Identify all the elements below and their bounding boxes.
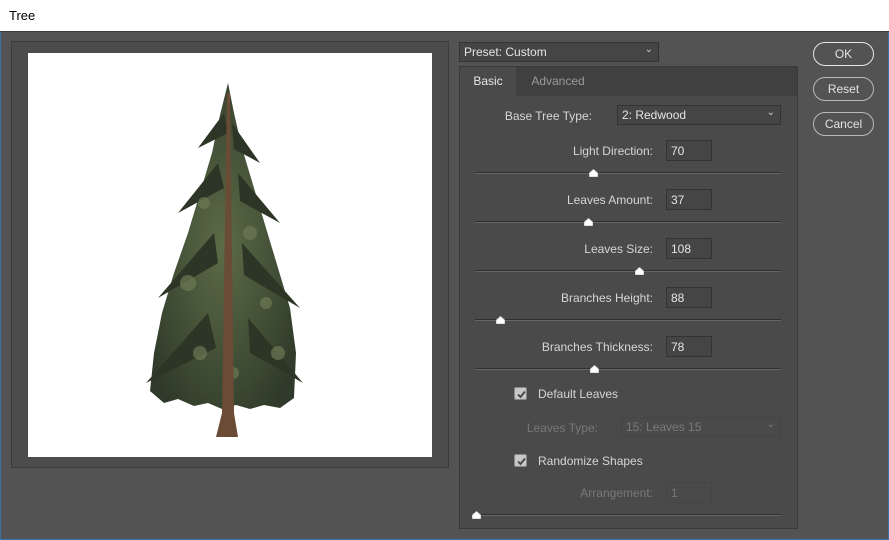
leaves-size-label: Leaves Size: (584, 242, 653, 256)
tab-bar: Basic Advanced (460, 67, 797, 96)
leaves-type-dropdown[interactable]: 15: Leaves 15 ⌄ (621, 417, 781, 437)
tab-basic[interactable]: Basic (460, 67, 516, 96)
randomize-shapes-label: Randomize Shapes (538, 454, 643, 468)
light-direction-slider[interactable] (475, 172, 781, 174)
leaves-amount-input[interactable]: 37 (666, 189, 712, 210)
tab-advanced[interactable]: Advanced (516, 67, 600, 96)
base-tree-type-label: Base Tree Type: (504, 109, 592, 123)
tree-preview-image (28, 53, 432, 457)
default-leaves-label: Default Leaves (538, 387, 619, 401)
default-leaves-checkbox[interactable] (514, 387, 527, 400)
light-direction-input[interactable]: 70 (666, 140, 712, 161)
light-direction-slider-thumb[interactable] (589, 169, 598, 177)
leaves-amount-slider[interactable] (475, 221, 781, 223)
leaves-size-slider-thumb[interactable] (635, 267, 644, 275)
chevron-down-icon: ⌄ (766, 107, 775, 118)
chevron-down-icon: ⌄ (766, 419, 775, 430)
branches-height-slider-thumb[interactable] (496, 316, 505, 324)
branches-thickness-input[interactable]: 78 (666, 336, 712, 357)
checkmark-icon (517, 390, 526, 399)
ok-button[interactable]: OK (813, 42, 874, 66)
preset-value: Preset: Custom (464, 45, 547, 59)
branches-thickness-slider[interactable] (475, 368, 781, 370)
arrangement-input[interactable]: 1 (666, 482, 712, 503)
leaves-type-label: Leaves Type: (526, 421, 598, 435)
redwood-tree-illustration (146, 83, 303, 437)
leaves-amount-slider-thumb[interactable] (584, 218, 593, 226)
base-tree-type-value: 2: Redwood (622, 108, 687, 122)
reset-button[interactable]: Reset (813, 77, 874, 101)
arrangement-label: Arrangement: (580, 486, 653, 500)
leaves-amount-label: Leaves Amount: (566, 193, 653, 207)
checkmark-icon (517, 457, 526, 466)
branches-height-input[interactable]: 88 (666, 287, 712, 308)
branches-thickness-label: Branches Thickness: (541, 340, 653, 354)
leaves-type-value: 15: Leaves 15 (626, 420, 702, 434)
branches-thickness-slider-thumb[interactable] (590, 365, 599, 373)
branches-height-label: Branches Height: (560, 291, 653, 305)
title-bar: Tree (0, 0, 889, 32)
base-tree-type-dropdown[interactable]: 2: Redwood ⌄ (617, 105, 781, 125)
arrangement-slider[interactable] (475, 514, 781, 516)
cancel-button[interactable]: Cancel (813, 112, 874, 136)
window-title: Tree (9, 8, 36, 23)
leaves-size-slider[interactable] (475, 270, 781, 272)
light-direction-label: Light Direction: (572, 144, 653, 158)
arrangement-slider-thumb[interactable] (472, 511, 481, 519)
randomize-shapes-checkbox[interactable] (514, 454, 527, 467)
chevron-down-icon: ⌄ (644, 44, 653, 55)
leaves-size-input[interactable]: 108 (666, 238, 712, 259)
preset-dropdown[interactable]: Preset: Custom ⌄ (459, 42, 659, 62)
branches-height-slider[interactable] (475, 319, 781, 321)
